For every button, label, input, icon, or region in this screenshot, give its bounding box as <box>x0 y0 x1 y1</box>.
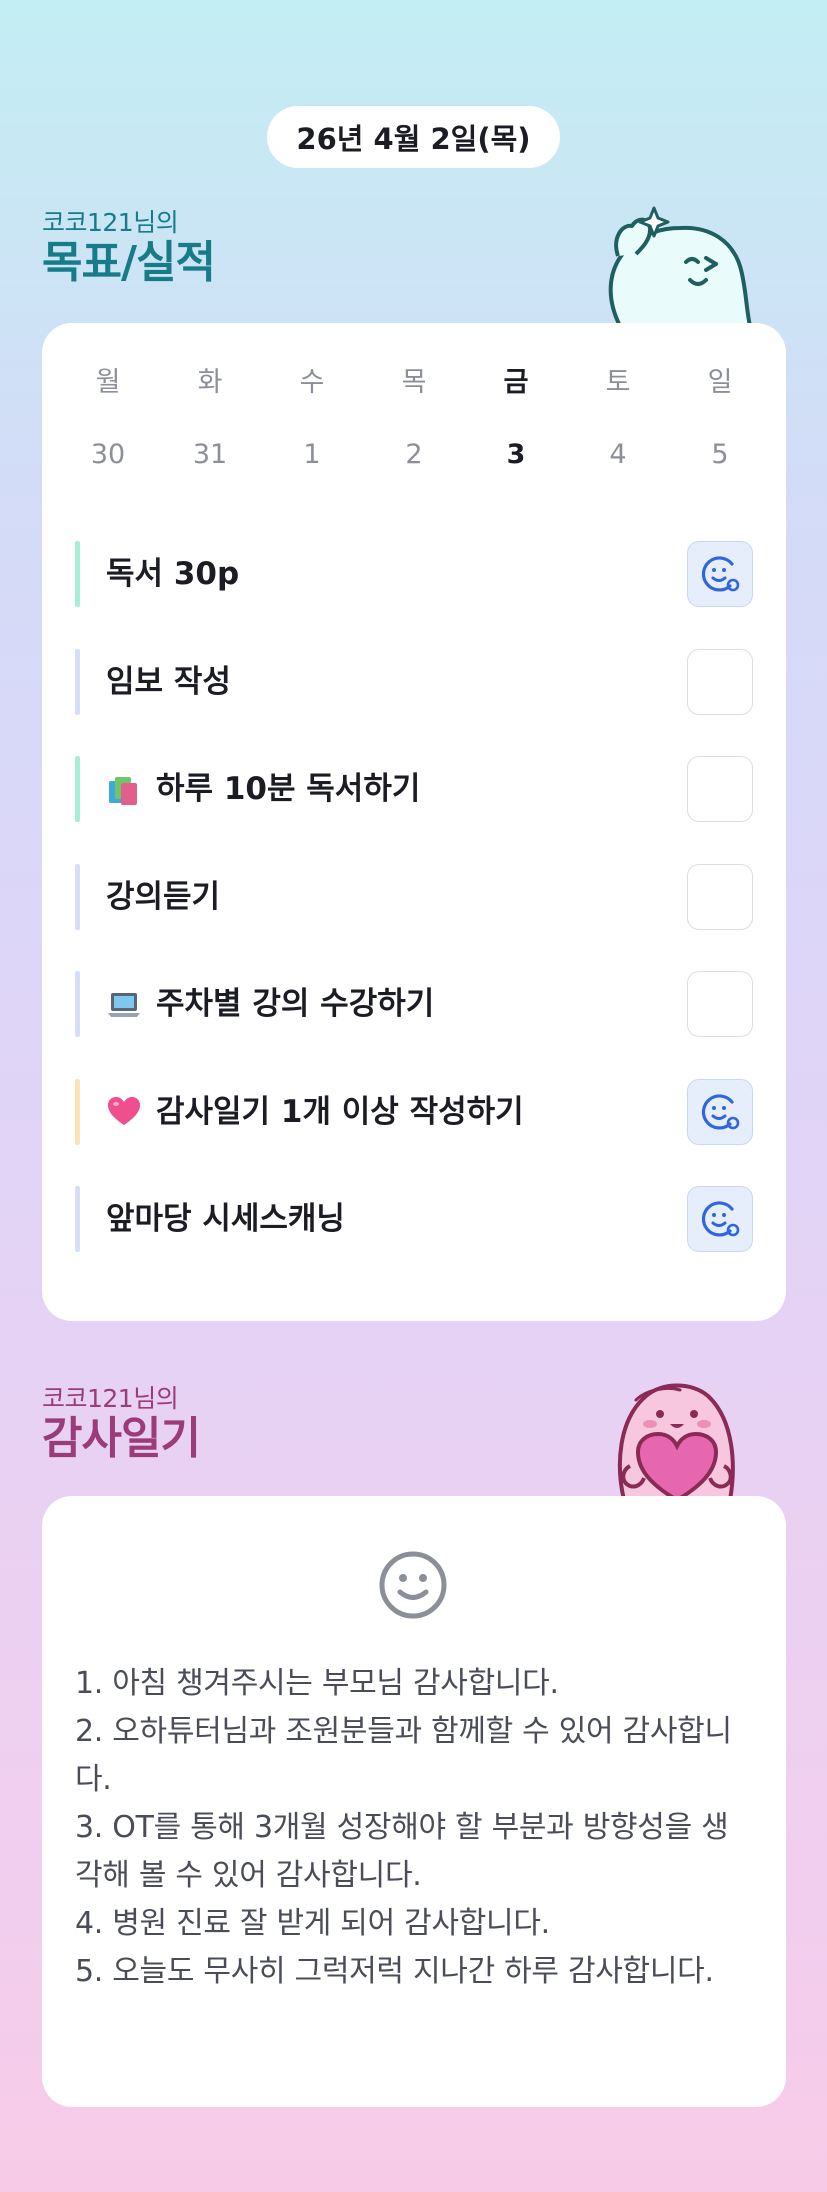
goal-checkbox[interactable] <box>687 649 753 715</box>
thanks-line: 4. 병원 진료 잘 받게 되어 감사합니다. <box>75 1906 550 1941</box>
day-number: 1 <box>303 439 321 470</box>
day-name: 토 <box>605 367 631 398</box>
thanks-heading: 코코121님의 감사일기 <box>42 1384 201 1464</box>
day-number: 5 <box>711 439 729 470</box>
day-number: 3 <box>506 439 526 470</box>
day-number: 2 <box>405 439 423 470</box>
thanks-line: 3. OT를 통해 3개월 성장해야 할 부분과 방향성을 생각해 볼 수 있어… <box>75 1810 729 1893</box>
day-column[interactable]: 화 31 <box>180 365 240 473</box>
goal-item[interactable]: 임보 작성 <box>42 649 786 715</box>
day-column[interactable]: 월 30 <box>78 365 138 473</box>
day-number: 31 <box>192 439 228 470</box>
goal-label: 임보 작성 <box>106 664 231 700</box>
day-column[interactable]: 수 1 <box>282 365 342 473</box>
thanks-entry-text: 1. 아침 챙겨주시는 부모님 감사합니다. 2. 오하튜터님과 조원분들과 함… <box>75 1660 755 1996</box>
day-column[interactable]: 목 2 <box>384 365 444 473</box>
goals-heading: 코코121님의 목표/실적 <box>42 208 216 288</box>
goal-item[interactable]: 강의듣기 <box>42 864 786 930</box>
day-number: 30 <box>90 439 126 470</box>
goals-title: 목표/실적 <box>42 237 216 288</box>
heart-emoji-icon <box>108 1097 140 1125</box>
day-name: 일 <box>707 367 733 398</box>
goal-checkbox[interactable] <box>687 971 753 1037</box>
goal-color-bar <box>75 649 80 715</box>
goal-color-bar <box>75 756 80 822</box>
thanks-title: 감사일기 <box>42 1413 201 1464</box>
day-name: 목 <box>401 367 427 398</box>
smile-check-icon <box>701 1094 740 1130</box>
week-strip: 월 30 화 31 수 1 목 2 금 3 토 4 일 5 <box>42 365 786 485</box>
goal-label: 주차별 강의 수강하기 <box>106 971 434 1037</box>
goal-color-bar <box>75 864 80 930</box>
thanks-line: 2. 오하튜터님과 조원분들과 함께할 수 있어 감사합니다. <box>75 1714 732 1797</box>
thanks-line: 1. 아침 챙겨주시는 부모님 감사합니다. <box>75 1666 559 1701</box>
goal-label: 독서 30p <box>106 556 240 592</box>
thanks-subtitle: 코코121님의 <box>42 1384 179 1413</box>
goal-item[interactable]: 감사일기 1개 이상 작성하기 <box>42 1079 786 1145</box>
smile-check-icon <box>701 1201 740 1237</box>
goal-item[interactable]: 독서 30p <box>42 541 786 607</box>
goals-subtitle: 코코121님의 <box>42 208 179 237</box>
thanks-line: 5. 오늘도 무사히 그럭저럭 지나간 하루 감사합니다. <box>75 1954 714 1989</box>
books-emoji-icon <box>109 777 137 805</box>
goal-color-bar <box>75 541 80 607</box>
goal-check-done[interactable] <box>687 1186 753 1252</box>
date-pill: 26년 4월 2일(목) <box>267 106 560 168</box>
goal-color-bar <box>75 971 80 1037</box>
day-column-today[interactable]: 금 3 <box>486 365 546 473</box>
day-column[interactable]: 토 4 <box>588 365 648 473</box>
goal-label: 하루 10분 독서하기 <box>106 756 420 822</box>
goal-check-done[interactable] <box>687 541 753 607</box>
goal-color-bar <box>75 1079 80 1145</box>
smile-face-icon[interactable] <box>378 1550 448 1620</box>
day-column[interactable]: 일 5 <box>690 365 750 473</box>
goal-label: 앞마당 시세스캐닝 <box>106 1201 345 1237</box>
thanks-card: 1. 아침 챙겨주시는 부모님 감사합니다. 2. 오하튜터님과 조원분들과 함… <box>42 1496 786 2107</box>
day-name: 월 <box>95 367 121 398</box>
goal-item[interactable]: 주차별 강의 수강하기 <box>42 971 786 1037</box>
laptop-emoji-icon <box>108 993 140 1017</box>
goal-item[interactable]: 하루 10분 독서하기 <box>42 756 786 822</box>
mascot-heart-illustration <box>618 1383 735 1500</box>
goal-check-done[interactable] <box>687 1079 753 1145</box>
day-name: 금 <box>503 367 529 398</box>
goal-item[interactable]: 앞마당 시세스캐닝 <box>42 1186 786 1252</box>
goals-card: 월 30 화 31 수 1 목 2 금 3 토 4 일 5 독서 30p 임보 … <box>42 323 786 1321</box>
mascot-thumbs-up-illustration <box>608 206 753 326</box>
goal-label: 강의듣기 <box>106 879 221 915</box>
smile-check-icon <box>701 556 740 592</box>
goal-checkbox[interactable] <box>687 756 753 822</box>
day-name: 화 <box>197 367 223 398</box>
goal-checkbox[interactable] <box>687 864 753 930</box>
goal-color-bar <box>75 1186 80 1252</box>
goal-label: 감사일기 1개 이상 작성하기 <box>106 1079 524 1145</box>
day-number: 4 <box>609 439 627 470</box>
day-name: 수 <box>299 367 325 398</box>
